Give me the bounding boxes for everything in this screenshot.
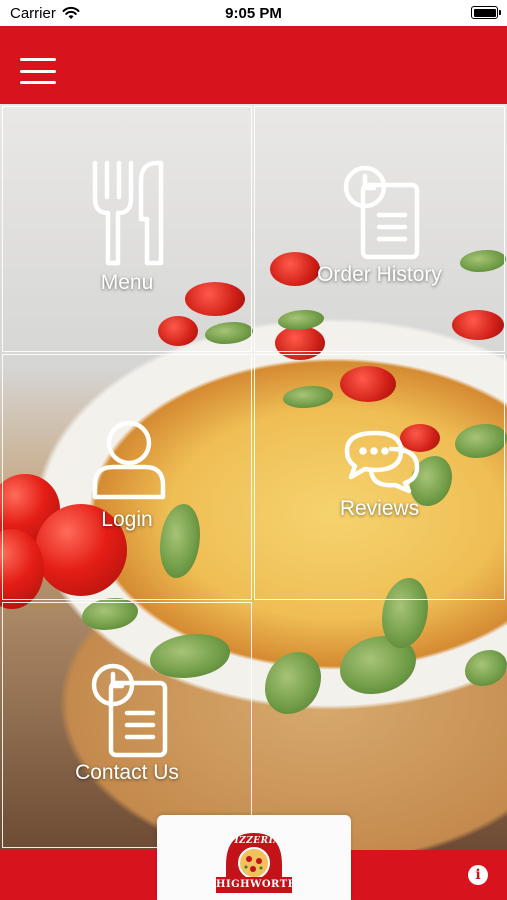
top-app-bar — [0, 26, 507, 104]
logo-banner-text: HIGHWORTH — [216, 877, 297, 893]
clock-document-icon — [343, 165, 420, 260]
battery-icon — [471, 6, 501, 19]
logo-top-text: PIZZERIA — [227, 836, 281, 846]
status-bar: Carrier 9:05 PM — [0, 0, 507, 26]
info-icon[interactable]: i — [468, 865, 488, 885]
tile-login[interactable]: Login — [2, 354, 252, 600]
tile-label: Login — [101, 508, 153, 531]
pizzeria-logo: PIZZERIA HIGHWORTH — [216, 825, 297, 900]
clock-document-icon — [91, 663, 168, 758]
tile-contact-us[interactable]: Contact Us — [2, 602, 252, 848]
user-icon — [92, 420, 166, 500]
tile-label: Menu — [100, 271, 154, 294]
tile-menu[interactable]: Menu — [2, 106, 252, 352]
tile-reviews[interactable]: Reviews — [254, 354, 505, 600]
tile-order-history[interactable]: Order History — [254, 106, 505, 352]
status-time: 9:05 PM — [225, 5, 282, 22]
navigation-grid: Menu Order History Login Reviews Contact… — [0, 104, 507, 850]
tile-label: Contact Us — [75, 761, 179, 784]
background-pizza-image: Menu Order History Login Reviews Contact… — [0, 104, 507, 850]
fork-knife-icon — [92, 160, 164, 266]
chat-bubbles-icon — [344, 430, 420, 493]
tile-label: Reviews — [339, 497, 420, 520]
logo-card[interactable]: PIZZERIA HIGHWORTH — [157, 815, 351, 900]
tile-label: Order History — [317, 263, 442, 286]
hamburger-icon[interactable] — [20, 58, 56, 84]
